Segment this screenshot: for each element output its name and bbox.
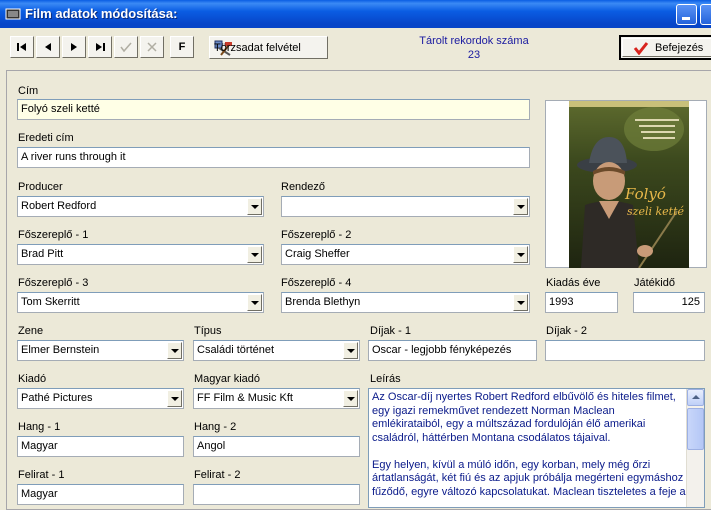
zene-label: Zene xyxy=(18,325,44,337)
felirat-1-label: Felirat - 1 xyxy=(18,469,65,481)
befejezes-button[interactable]: Befejezés xyxy=(619,35,711,60)
tipus-value: Családi történet xyxy=(197,344,275,356)
first-record-button[interactable] xyxy=(10,36,34,58)
maximize-button[interactable] xyxy=(700,4,711,25)
kiado-value: Pathé Pictures xyxy=(21,392,93,404)
hang-1-field[interactable]: Magyar xyxy=(17,436,184,457)
previous-record-icon xyxy=(45,43,51,51)
felirat-1-field[interactable]: Magyar xyxy=(17,484,184,505)
torzsadat-felvetel-button[interactable]: Törzsadat felvétel xyxy=(209,36,328,59)
jatekido-field[interactable]: 125 xyxy=(633,292,705,313)
next-record-button[interactable] xyxy=(62,36,86,58)
window-title: Film adatok módosítása: xyxy=(25,6,178,21)
tipus-combo[interactable]: Családi történet xyxy=(193,340,360,361)
foszereplo-1-label: Főszereplő - 1 xyxy=(18,229,89,241)
foszereplo-4-label: Főszereplő - 4 xyxy=(281,277,352,289)
foszereplo-1-value: Brad Pitt xyxy=(21,248,64,260)
hang-2-label: Hang - 2 xyxy=(194,421,237,433)
foszereplo-3-dropdown-arrow[interactable] xyxy=(247,294,262,311)
foszereplo-3-value: Tom Skerritt xyxy=(21,296,80,308)
checkmark-icon xyxy=(120,42,132,53)
kiadas-eve-label: Kiadás éve xyxy=(546,277,601,289)
dijak-1-field[interactable]: Oscar - legjobb fényképezés xyxy=(368,340,537,361)
cim-label: Cím xyxy=(18,85,39,97)
rendezo-label: Rendező xyxy=(281,181,326,193)
magyar-kiado-value: FF Film & Music Kft xyxy=(197,392,293,404)
minimize-button[interactable] xyxy=(676,4,697,25)
scroll-thumb[interactable] xyxy=(687,408,704,450)
cancel-edit-button[interactable] xyxy=(140,36,164,58)
kiado-combo[interactable]: Pathé Pictures xyxy=(17,388,184,409)
felirat-2-field[interactable] xyxy=(193,484,360,505)
zene-combo[interactable]: Elmer Bernstein xyxy=(17,340,184,361)
previous-record-button[interactable] xyxy=(36,36,60,58)
f-button[interactable]: F xyxy=(170,36,194,58)
felirat-2-label: Felirat - 2 xyxy=(194,469,241,481)
red-checkmark-icon xyxy=(633,41,649,55)
leiras-label: Leírás xyxy=(370,373,401,385)
jatekido-label: Játékidő xyxy=(634,277,675,289)
zene-dropdown-arrow[interactable] xyxy=(167,342,182,359)
magyar-kiado-label: Magyar kiadó xyxy=(194,373,261,385)
befejezes-label: Befejezés xyxy=(655,41,704,54)
record-count-label: Tárolt rekordok száma xyxy=(419,35,529,47)
tipus-dropdown-arrow[interactable] xyxy=(343,342,358,359)
rendezo-combo[interactable] xyxy=(281,196,530,217)
foszereplo-2-value: Craig Sheffer xyxy=(285,248,350,260)
producer-combo[interactable]: Robert Redford xyxy=(17,196,264,217)
foszereplo-2-combo[interactable]: Craig Sheffer xyxy=(281,244,530,265)
leiras-text: Az Oscar-díj nyertes Robert Redford elbű… xyxy=(372,391,686,498)
eredeti-cim-field[interactable]: A river runs through it xyxy=(17,147,530,168)
cancel-x-icon xyxy=(147,42,157,52)
foszereplo-2-dropdown-arrow[interactable] xyxy=(513,246,528,263)
cim-field[interactable]: Folyó szeli ketté xyxy=(17,99,530,120)
kiado-dropdown-arrow[interactable] xyxy=(167,390,182,407)
foszereplo-1-dropdown-arrow[interactable] xyxy=(247,246,262,263)
leiras-scrollbar[interactable] xyxy=(686,389,704,507)
last-record-button[interactable] xyxy=(88,36,112,58)
app-icon xyxy=(5,8,21,20)
hang-2-field[interactable]: Angol xyxy=(193,436,360,457)
producer-label: Producer xyxy=(18,181,63,193)
foszereplo-4-combo[interactable]: Brenda Blethyn xyxy=(281,292,530,313)
title-bar: Film adatok módosítása: xyxy=(0,0,711,28)
record-count-value: 23 xyxy=(467,49,481,61)
foszereplo-3-label: Főszereplő - 3 xyxy=(18,277,89,289)
producer-dropdown-arrow[interactable] xyxy=(247,198,262,215)
magyar-kiado-dropdown-arrow[interactable] xyxy=(343,390,358,407)
foszereplo-4-value: Brenda Blethyn xyxy=(285,296,361,308)
dijak-2-label: Díjak - 2 xyxy=(546,325,587,337)
foszereplo-3-combo[interactable]: Tom Skerritt xyxy=(17,292,264,313)
svg-text:szeli ketté: szeli ketté xyxy=(627,205,684,218)
kiado-label: Kiadó xyxy=(18,373,47,385)
dijak-1-label: Díjak - 1 xyxy=(370,325,411,337)
rendezo-dropdown-arrow[interactable] xyxy=(513,198,528,215)
producer-value: Robert Redford xyxy=(21,200,97,212)
first-record-icon xyxy=(17,43,26,51)
foszereplo-4-dropdown-arrow[interactable] xyxy=(513,294,528,311)
next-record-icon xyxy=(71,43,77,51)
torzsadat-felvetel-label: Törzsadat felvétel xyxy=(214,41,301,54)
leiras-textarea[interactable]: Az Oscar-díj nyertes Robert Redford elbű… xyxy=(368,388,705,508)
hang-1-label: Hang - 1 xyxy=(18,421,61,433)
scroll-up-arrow[interactable] xyxy=(687,389,704,406)
last-record-icon xyxy=(96,43,105,51)
kiadas-eve-field[interactable]: 1993 xyxy=(545,292,618,313)
movie-poster-image: Folyó szeli ketté xyxy=(569,101,689,268)
eredeti-cim-label: Eredeti cím xyxy=(18,132,74,144)
magyar-kiado-combo[interactable]: FF Film & Music Kft xyxy=(193,388,360,409)
zene-value: Elmer Bernstein xyxy=(21,344,100,356)
foszereplo-2-label: Főszereplő - 2 xyxy=(281,229,352,241)
dijak-2-field[interactable] xyxy=(545,340,705,361)
tipus-label: Típus xyxy=(194,325,222,337)
svg-text:Folyó: Folyó xyxy=(624,185,666,203)
poster-frame: Folyó szeli ketté xyxy=(545,100,707,268)
post-edit-button[interactable] xyxy=(114,36,138,58)
foszereplo-1-combo[interactable]: Brad Pitt xyxy=(17,244,264,265)
